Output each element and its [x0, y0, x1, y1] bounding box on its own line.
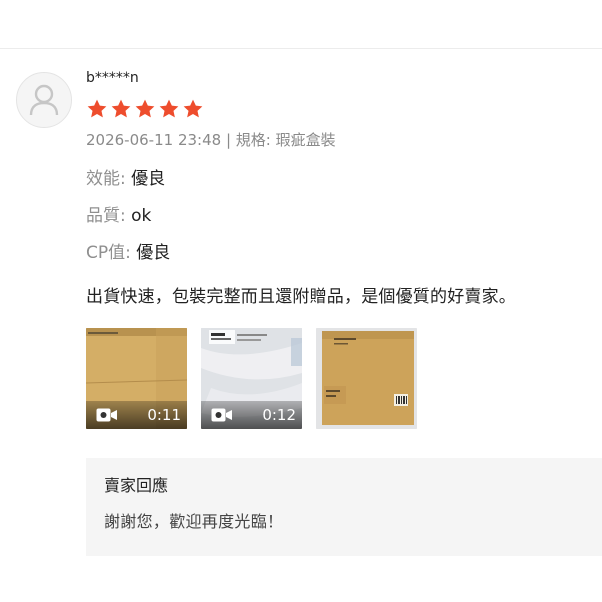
review-item: b*****n 2026-06-11 23:48 | 規格: 瑕疵盒裝 效能: … [86, 68, 602, 429]
meta-separator: | [225, 131, 232, 149]
review-media: 0:11 0:12 [86, 328, 602, 429]
attribute-key: CP值: [86, 243, 131, 263]
video-overlay: 0:11 [86, 401, 187, 429]
star-icon [87, 99, 107, 118]
attribute-key: 品質: [86, 206, 126, 226]
attribute-value: 優良 [136, 243, 171, 263]
seller-reply-title: 賣家回應 [104, 476, 169, 495]
attribute-value-for-money: CP值: 優良 [86, 240, 602, 266]
media-video-thumbnail[interactable]: 0:11 [86, 328, 187, 429]
star-icon [135, 99, 155, 118]
star-icon [159, 99, 179, 118]
star-icon [183, 99, 203, 118]
seller-reply: 賣家回應 謝謝您，歡迎再度光臨！ [86, 458, 602, 556]
attribute-key: 效能: [86, 169, 126, 189]
attribute-value: 優良 [131, 169, 166, 189]
video-overlay: 0:12 [201, 401, 302, 429]
avatar[interactable] [16, 72, 72, 128]
video-duration: 0:12 [262, 406, 296, 424]
section-divider [0, 48, 602, 49]
seller-reply-message: 謝謝您，歡迎再度光臨！ [104, 512, 284, 531]
video-camera-icon [96, 408, 117, 422]
video-camera-icon [211, 408, 232, 422]
reviewer-username[interactable]: b*****n [86, 68, 602, 88]
review-date: 2026-06-11 23:48 [86, 131, 222, 149]
video-duration: 0:11 [147, 406, 181, 424]
attribute-value: ok [131, 206, 152, 226]
review-attributes: 效能: 優良 品質: ok CP值: 優良 [86, 166, 602, 266]
variation-value: 瑕疵盒裝 [275, 131, 336, 149]
media-image-thumbnail[interactable] [316, 328, 417, 429]
user-icon [29, 84, 59, 116]
attribute-quality: 品質: ok [86, 203, 602, 229]
review-meta: 2026-06-11 23:48 | 規格: 瑕疵盒裝 [86, 130, 602, 150]
review-comment: 出貨快速，包裝完整而且還附贈品，是個優質的好賣家。 [86, 287, 516, 307]
star-icon [111, 99, 131, 118]
media-video-thumbnail[interactable]: 0:12 [201, 328, 302, 429]
photo-thumbnail-image [316, 328, 417, 429]
variation-label: 規格: [235, 131, 271, 149]
attribute-performance: 效能: 優良 [86, 166, 602, 192]
rating-stars [86, 98, 602, 120]
